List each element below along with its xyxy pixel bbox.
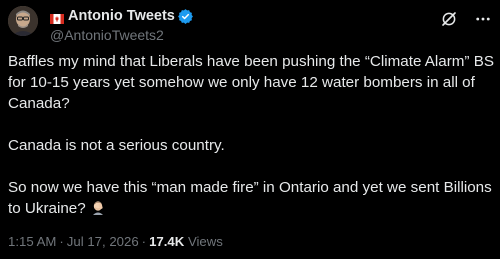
tweet-paragraph-2: Canada is not a serious country.	[8, 135, 496, 156]
meta-separator: ·	[141, 234, 147, 249]
tweet-paragraph-1: Baffles my mind that Liberals have been …	[8, 51, 496, 114]
tweet-date[interactable]: Jul 17, 2026	[67, 234, 139, 249]
tweet-line: Baffles my mind that Liberals have been …	[8, 53, 494, 70]
tweet-line: So now we have this “man made fire” in O…	[8, 179, 492, 196]
views-count[interactable]: 17.4K	[149, 234, 184, 249]
author-name-row[interactable]: Antonio Tweets	[50, 7, 440, 25]
tweet-line: Canada?	[8, 95, 70, 112]
author-display-name[interactable]: Antonio Tweets	[68, 8, 175, 24]
tweet-line-last: to Ukraine?	[8, 198, 496, 219]
tweet-header: Antonio Tweets @AntonioTweets2	[50, 7, 440, 43]
tweet-time[interactable]: 1:15 AM	[8, 234, 56, 249]
tweet-line: for 10-15 years yet somehow we only have…	[8, 74, 475, 91]
tweet-meta: 1:15 AM · Jul 17, 2026 · 17.4K Views	[8, 234, 223, 249]
avatar[interactable]	[8, 6, 38, 36]
tweet-text: Baffles my mind that Liberals have been …	[8, 51, 496, 219]
tweet-paragraph-3: So now we have this “man made fire” in O…	[8, 177, 496, 219]
verified-badge-icon[interactable]	[177, 8, 193, 24]
tweet-line-text: to Ukraine?	[8, 200, 86, 217]
tweet-card: Antonio Tweets @AntonioTweets2 Baffles m…	[0, 0, 500, 259]
views-label: Views	[187, 234, 223, 249]
tweet-top-actions	[440, 10, 492, 28]
more-options-icon[interactable]	[474, 10, 492, 28]
author-handle[interactable]: @AntonioTweets2	[50, 27, 440, 43]
canada-flag-icon	[50, 11, 64, 24]
tweet-line: Canada is not a serious country.	[8, 137, 225, 154]
meta-separator: ·	[59, 234, 64, 249]
grok-icon[interactable]	[440, 10, 458, 28]
man-facepalming-emoji-icon	[90, 199, 106, 215]
